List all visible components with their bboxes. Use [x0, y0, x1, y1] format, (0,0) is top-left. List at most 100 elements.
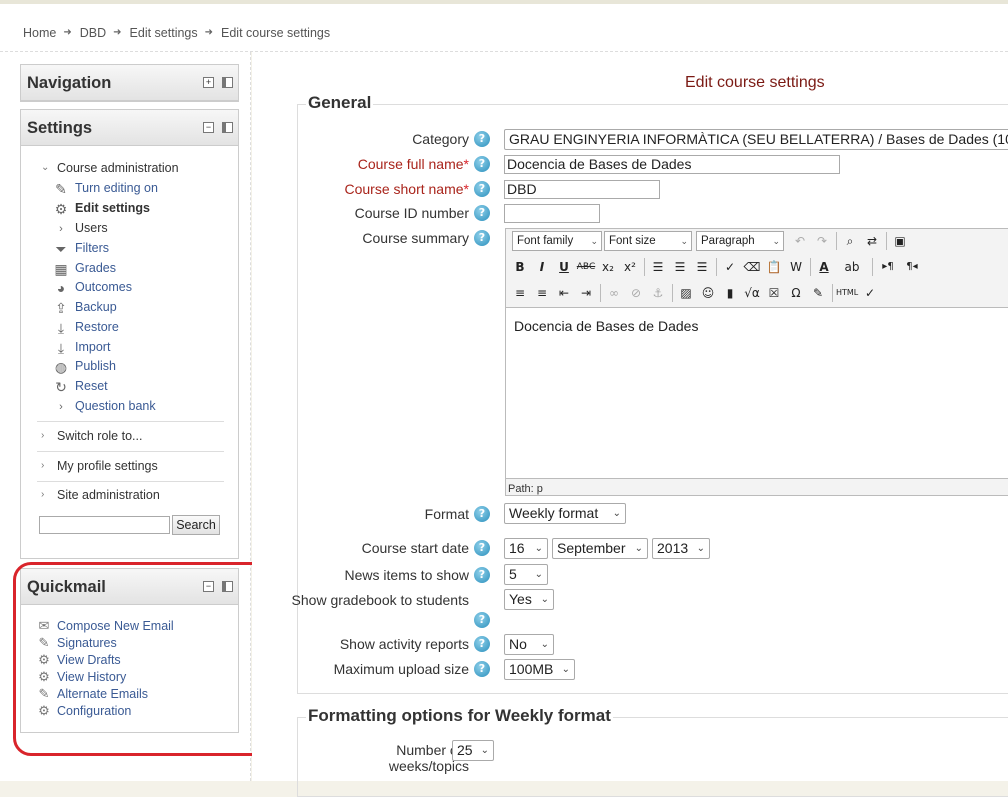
superscript-icon[interactable]: x²: [620, 257, 640, 277]
bold-icon[interactable]: B: [510, 257, 530, 277]
switch-role-node[interactable]: › Switch role to...: [41, 429, 142, 447]
align-center-icon[interactable]: ☰: [670, 257, 690, 277]
settings-item-backup[interactable]: ⇪ Backup: [55, 300, 117, 318]
help-icon[interactable]: ?: [474, 205, 490, 221]
collapse-icon[interactable]: −: [203, 122, 214, 133]
font-family-select[interactable]: Font family ⌄: [512, 231, 602, 251]
shortname-input[interactable]: DBD: [504, 180, 660, 199]
rtl-icon[interactable]: ¶◂: [902, 257, 922, 277]
equation-icon[interactable]: √α: [742, 283, 762, 303]
category-select[interactable]: GRAU ENGINYERIA INFORMÀTICA (SEU BELLATE…: [504, 129, 1008, 150]
anchor-icon[interactable]: ⚓: [648, 283, 668, 303]
edit-icon[interactable]: ✎: [808, 283, 828, 303]
numbered-list-icon[interactable]: ≡: [532, 283, 552, 303]
redo-icon[interactable]: ↷: [812, 231, 832, 251]
replace-icon[interactable]: ⇄: [862, 231, 882, 251]
settings-item-users[interactable]: › Users: [59, 221, 108, 239]
paragraph-select[interactable]: Paragraph ⌄: [696, 231, 784, 251]
chevron-down-icon: ⌄: [696, 543, 705, 554]
activity-select[interactable]: No ⌄: [504, 634, 554, 655]
general-legend: General: [306, 93, 374, 113]
help-icon[interactable]: ?: [474, 230, 490, 246]
dock-icon[interactable]: [222, 77, 233, 88]
help-icon[interactable]: ?: [474, 506, 490, 522]
settings-item-question-bank[interactable]: › Question bank: [59, 399, 155, 417]
subscript-icon[interactable]: x₂: [598, 257, 618, 277]
settings-item-import[interactable]: ⤓ Import: [58, 340, 111, 358]
search-button[interactable]: Search: [172, 515, 220, 535]
fullname-input[interactable]: Docencia de Bases de Dades: [504, 155, 840, 174]
emoticon-icon[interactable]: ☺: [698, 283, 718, 303]
settings-item-reset[interactable]: ↻ Reset: [55, 379, 108, 397]
highlight-color-icon[interactable]: ab: [842, 257, 862, 277]
align-left-icon[interactable]: ☰: [648, 257, 668, 277]
help-icon[interactable]: ?: [474, 540, 490, 556]
help-icon[interactable]: ?: [474, 661, 490, 677]
html-icon[interactable]: HTML: [836, 283, 858, 303]
settings-item-turn-editing-on[interactable]: ✎ Turn editing on: [55, 181, 158, 199]
shortname-label: Course short name*: [344, 181, 469, 197]
outdent-icon[interactable]: ⇤: [554, 283, 574, 303]
paste-text-icon[interactable]: 📋: [764, 257, 784, 277]
italic-icon[interactable]: I: [532, 257, 552, 277]
dock-icon[interactable]: [222, 122, 233, 133]
text-color-icon[interactable]: A: [814, 257, 834, 277]
start-month-select[interactable]: September ⌄: [552, 538, 648, 559]
category-label: Category: [412, 131, 469, 147]
idnumber-input[interactable]: [504, 204, 600, 223]
settings-item-grades[interactable]: ▦ Grades: [54, 261, 116, 279]
toolbar-separator: [810, 258, 811, 276]
site-admin-node[interactable]: › Site administration: [41, 488, 160, 506]
breadcrumb-edit-settings[interactable]: Edit settings: [130, 26, 198, 40]
strikethrough-icon[interactable]: ABC: [576, 257, 596, 277]
weeks-select[interactable]: 25 ⌄: [452, 740, 494, 761]
upload-select[interactable]: 100MB ⌄: [504, 659, 575, 680]
find-icon[interactable]: ⌕: [840, 231, 860, 251]
settings-item-filters[interactable]: ⏷ Filters: [55, 241, 109, 259]
help-icon[interactable]: ?: [474, 131, 490, 147]
unlink-icon[interactable]: ⊘: [626, 283, 646, 303]
start-year-select[interactable]: 2013 ⌄: [652, 538, 710, 559]
settings-item-restore[interactable]: ⤓ Restore: [58, 320, 119, 338]
help-icon[interactable]: ?: [474, 567, 490, 583]
help-icon[interactable]: ?: [474, 636, 490, 652]
settings-item-publish[interactable]: ◍ Publish: [55, 359, 116, 377]
breadcrumb-dbd[interactable]: DBD: [80, 26, 106, 40]
font-size-select[interactable]: Font size ⌄: [604, 231, 692, 251]
news-select[interactable]: 5 ⌄: [504, 564, 548, 585]
media-icon[interactable]: ▮: [720, 283, 740, 303]
nolink-icon[interactable]: ☒: [764, 283, 784, 303]
settings-item-outcomes[interactable]: ◕ Outcomes: [57, 280, 132, 298]
undo-icon[interactable]: ↶: [790, 231, 810, 251]
gradebook-select[interactable]: Yes ⌄: [504, 589, 554, 610]
settings-item-edit-settings[interactable]: ⚙ Edit settings: [55, 201, 150, 219]
my-profile-node[interactable]: › My profile settings: [41, 459, 158, 477]
underline-icon[interactable]: U: [554, 257, 574, 277]
navigation-block-title: Navigation: [27, 74, 112, 92]
spellcheck-icon[interactable]: ✓: [860, 283, 880, 303]
chevron-down-icon: ⌄: [534, 543, 543, 554]
link-icon[interactable]: ∞: [604, 283, 624, 303]
special-character-icon[interactable]: Ω: [786, 283, 806, 303]
help-icon[interactable]: ?: [474, 156, 490, 172]
settings-search-input[interactable]: [39, 516, 170, 534]
help-icon[interactable]: ?: [474, 181, 490, 197]
course-admin-node[interactable]: ⌄ Course administration: [41, 161, 179, 179]
image-icon[interactable]: ▨: [676, 283, 696, 303]
ltr-icon[interactable]: ▸¶: [878, 257, 898, 277]
indent-icon[interactable]: ⇥: [576, 283, 596, 303]
paste-word-icon[interactable]: W: [786, 257, 806, 277]
eraser-icon[interactable]: ⌫: [742, 257, 762, 277]
summary-label: Course summary: [362, 230, 469, 246]
expand-icon[interactable]: +: [203, 77, 214, 88]
format-select[interactable]: Weekly format ⌄: [504, 503, 626, 524]
breadcrumb-home[interactable]: Home: [23, 26, 56, 40]
fullscreen-icon[interactable]: ▣: [890, 231, 910, 251]
help-icon[interactable]: ?: [474, 612, 490, 628]
start-day-select[interactable]: 16 ⌄: [504, 538, 548, 559]
align-right-icon[interactable]: ☰: [692, 257, 712, 277]
bullet-list-icon[interactable]: ≡: [510, 283, 530, 303]
editor-text-area[interactable]: Docencia de Bases de Dades: [506, 307, 1008, 479]
cleanup-icon[interactable]: ✓: [720, 257, 740, 277]
startdate-label: Course start date: [361, 540, 469, 556]
